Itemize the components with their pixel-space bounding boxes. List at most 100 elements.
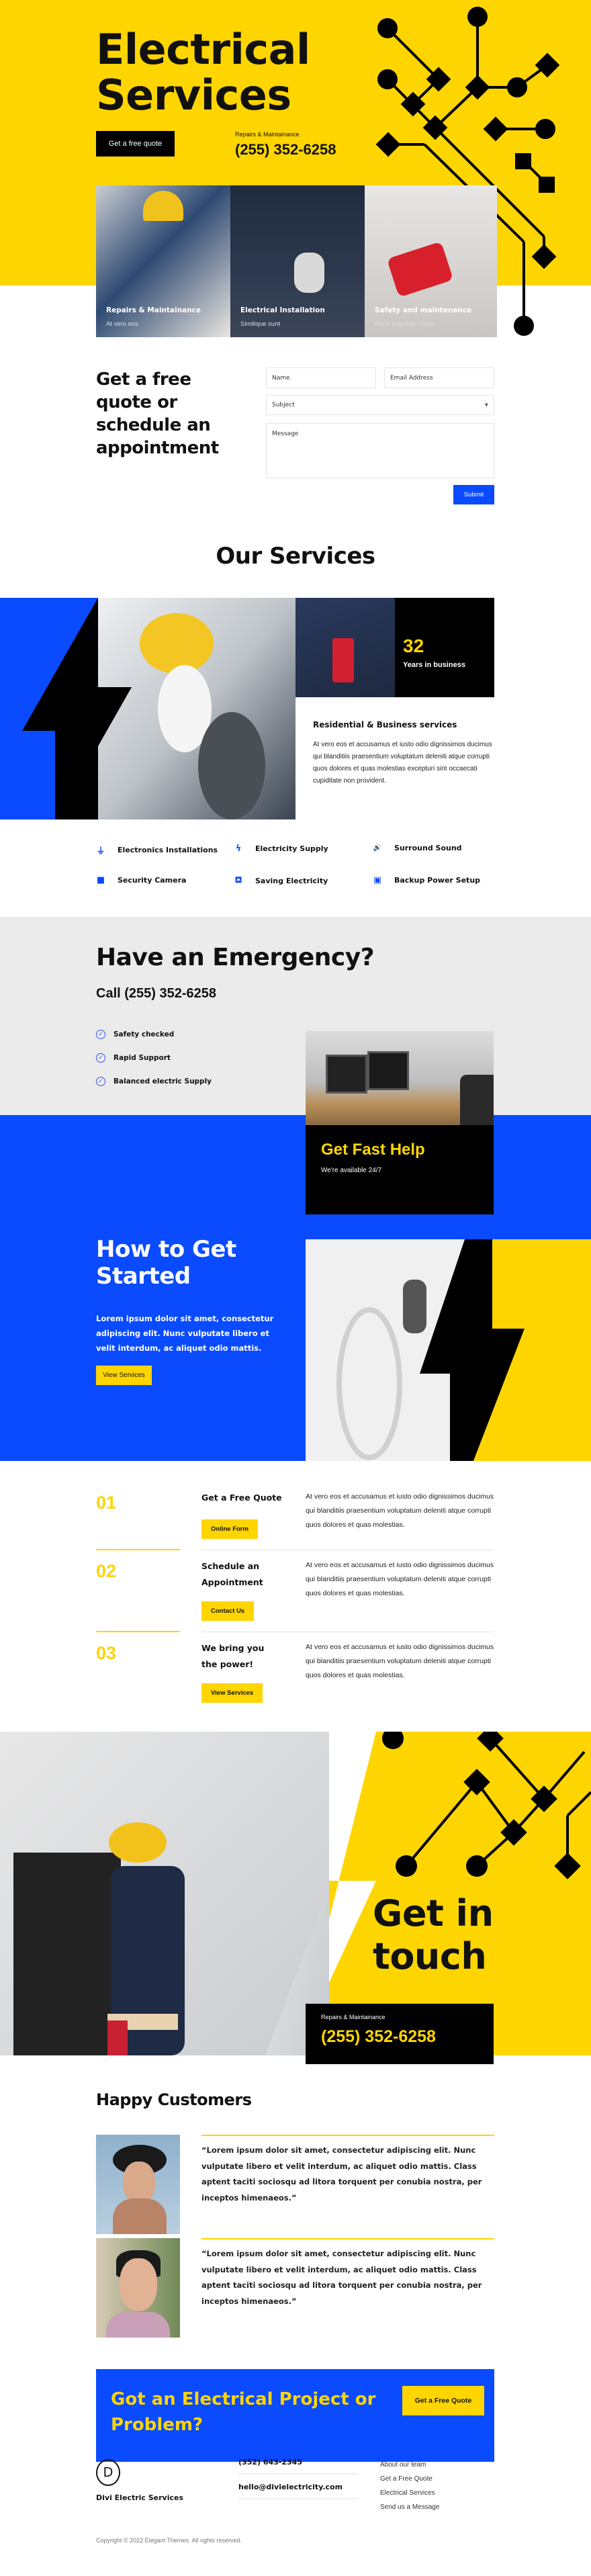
monitor-shape bbox=[326, 1055, 367, 1094]
emergency-title: Have an Emergency? bbox=[96, 944, 375, 971]
feature-label: Security Camera bbox=[118, 876, 187, 885]
glove-image bbox=[294, 253, 324, 293]
checklist-label: Safety checked bbox=[113, 1030, 175, 1038]
footer-brand: Divi Electric Services bbox=[96, 2493, 184, 2502]
footer-link-services[interactable]: Electrical Services bbox=[380, 2489, 435, 2497]
card-title: Repairs & Maintainance bbox=[106, 306, 201, 314]
bed-icon: ⛾ bbox=[234, 875, 242, 885]
how-to-title-line1: How to Get bbox=[96, 1236, 236, 1263]
footer-link-about[interactable]: About our team bbox=[380, 2461, 426, 2469]
avatar bbox=[96, 2238, 180, 2338]
step-divider-accent bbox=[96, 1549, 180, 1550]
name-input[interactable]: Name bbox=[266, 367, 376, 388]
checklist-item: ✓ Rapid Support bbox=[96, 1053, 171, 1063]
footer-email[interactable]: hello@divielectricity.com bbox=[238, 2483, 358, 2499]
hard-hat-image bbox=[143, 191, 183, 221]
shoulder-shape bbox=[113, 2199, 167, 2234]
multimeter-shape bbox=[332, 638, 354, 682]
check-circle-icon: ✓ bbox=[96, 1053, 105, 1063]
step-title: Schedule an Appointment bbox=[201, 1561, 263, 1587]
feature-item: 🔊 Surround Sound bbox=[373, 844, 462, 852]
speaker-icon: 🔊 bbox=[373, 844, 382, 852]
circuit-decoration-2 bbox=[382, 1732, 591, 1879]
step-description: At vero eos et accusamus et iusto odio d… bbox=[306, 1493, 494, 1529]
submit-button[interactable]: Submit bbox=[453, 485, 494, 504]
card-title: Safety and maintenance bbox=[375, 306, 472, 314]
get-in-touch-title: Get in touch bbox=[373, 1892, 494, 1978]
step-title: We bring you the power! bbox=[201, 1643, 265, 1669]
service-card[interactable]: Repairs & Maintainance At vero eos bbox=[96, 185, 230, 337]
office-desk-photo bbox=[306, 1031, 494, 1125]
video-camera-icon: ■ bbox=[96, 875, 105, 885]
multimeter-image bbox=[386, 241, 454, 298]
services-description: At vero eos et accusamus et iusto odio d… bbox=[313, 741, 492, 785]
monitor-shape bbox=[367, 1051, 409, 1090]
step-divider-accent bbox=[96, 1631, 180, 1632]
testimonial-divider bbox=[201, 2238, 494, 2239]
shirt-shape bbox=[106, 2312, 170, 2338]
card-subtitle: Similique sunt bbox=[240, 320, 281, 328]
hero-phone[interactable]: (255) 352-6258 bbox=[235, 141, 336, 159]
footer-link-quote[interactable]: Get a Free Quote bbox=[380, 2475, 433, 2483]
how-to-title: How to Get Started bbox=[96, 1236, 236, 1290]
face-shape bbox=[123, 2162, 155, 2203]
footer-link-message[interactable]: Send us a Message bbox=[380, 2503, 439, 2511]
services-title: Our Services bbox=[216, 543, 375, 570]
service-card[interactable]: Safety and maintenance Nunc vulputate li… bbox=[365, 185, 497, 337]
services-subtitle: Residential & Business services bbox=[313, 720, 457, 729]
testimonials-title: Happy Customers bbox=[96, 2090, 252, 2109]
get-in-touch-line1: Get in bbox=[373, 1892, 494, 1935]
hero-title-line1: Electrical bbox=[96, 25, 310, 74]
avatar bbox=[96, 2135, 180, 2234]
online-form-button[interactable]: Online Form bbox=[201, 1519, 258, 1539]
feature-label: Electricity Supply bbox=[255, 844, 328, 853]
bolt-image-frame bbox=[0, 598, 296, 819]
get-free-quote-cta-button[interactable]: Get a Free Quote bbox=[402, 2386, 484, 2415]
checklist-item: ✓ Safety checked bbox=[96, 1030, 174, 1039]
logo[interactable]: D bbox=[96, 2459, 120, 2486]
subject-select[interactable]: Subject ▼ bbox=[266, 395, 494, 415]
card-title: Electrical Installation bbox=[240, 306, 325, 314]
emergency-call[interactable]: Call (255) 352-6258 bbox=[96, 986, 216, 1002]
face-shape bbox=[120, 2258, 157, 2311]
contact-us-button[interactable]: Contact Us bbox=[201, 1601, 255, 1621]
testimonial-quote: “Lorem ipsum dolor sit amet, consectetur… bbox=[201, 2145, 482, 2203]
hero-title-line2: Services bbox=[96, 71, 291, 120]
contact-phone[interactable]: (255) 352-6258 bbox=[321, 2027, 436, 2047]
email-input[interactable]: Email Address bbox=[384, 367, 494, 388]
chevron-down-icon: ▼ bbox=[484, 402, 488, 408]
bolt-icon: ϟ bbox=[235, 844, 242, 854]
get-free-quote-button[interactable]: Get a free quote bbox=[96, 131, 175, 157]
service-card[interactable]: Electrical Installation Similique sunt bbox=[230, 185, 365, 337]
view-services-step-button[interactable]: View Services bbox=[201, 1683, 263, 1703]
feature-label: Electronics Installations bbox=[118, 846, 218, 854]
feature-label: Surround Sound bbox=[394, 844, 462, 852]
chair-shape bbox=[460, 1075, 494, 1125]
cta-title: Got an Electrical Project or Problem? bbox=[111, 2389, 376, 2435]
checklist-label: Balanced electric Supply bbox=[113, 1077, 212, 1085]
card-subtitle: At vero eos bbox=[106, 320, 139, 328]
feature-item: ⛾ Saving Electricity bbox=[234, 875, 328, 887]
years-label: Years in business bbox=[403, 661, 465, 669]
footer-phone[interactable]: (352) 643-2345 bbox=[238, 2458, 358, 2475]
step-number: 01 bbox=[96, 1493, 117, 1513]
years-number: 32 bbox=[403, 635, 424, 656]
quote-form-title: Get a free quote or schedule an appointm… bbox=[96, 369, 219, 458]
fast-help-subtitle: We're available 24/7 bbox=[321, 1167, 382, 1174]
check-circle-icon: ✓ bbox=[96, 1030, 105, 1039]
feature-item: ▣ Backup Power Setup bbox=[373, 875, 480, 885]
contact-caption: Repairs & Maintainance bbox=[321, 2014, 385, 2020]
how-to-title-line2: Started bbox=[96, 1263, 191, 1290]
step-description: At vero eos et accusamus et iusto odio d… bbox=[306, 1561, 494, 1597]
feature-label: Backup Power Setup bbox=[394, 876, 481, 885]
checklist-item: ✓ Balanced electric Supply bbox=[96, 1077, 212, 1086]
step-title: Get a Free Quote bbox=[201, 1493, 282, 1503]
battery-icon: ▣ bbox=[373, 875, 382, 885]
how-to-description: Lorem ipsum dolor sit amet, consectetur … bbox=[96, 1314, 274, 1353]
get-in-touch-line2: touch bbox=[373, 1935, 487, 1978]
view-services-button[interactable]: View Services bbox=[96, 1366, 152, 1385]
message-textarea[interactable]: Message bbox=[266, 423, 494, 478]
fast-help-title: Get Fast Help bbox=[321, 1141, 425, 1159]
copyright: Copyright © 2022 Elegant Themes. All rig… bbox=[96, 2537, 242, 2544]
testimonial-divider bbox=[201, 2135, 494, 2136]
